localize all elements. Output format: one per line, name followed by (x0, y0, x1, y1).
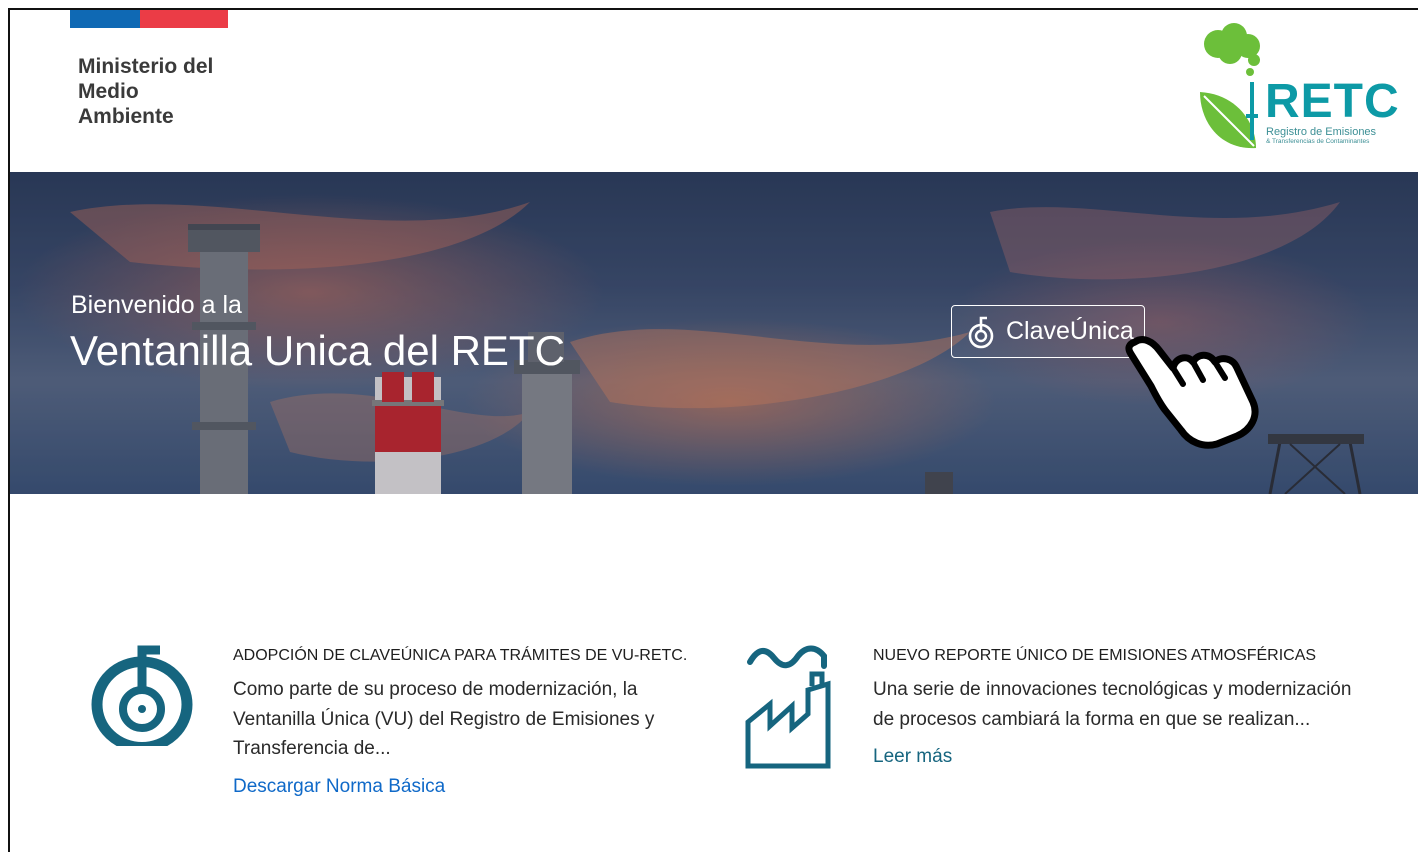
card-body: Una serie de innovaciones tecnológicas y… (873, 679, 1352, 730)
page: Ministerio del Medio Ambiente RETC Regis… (8, 8, 1418, 852)
card-title: ADOPCIÓN DE CLAVEÚNICA PARA TRÁMITES DE … (233, 647, 688, 664)
gob-bar-red (140, 10, 228, 28)
ministry-line-3: Ambiente (78, 105, 174, 128)
card-title: NUEVO REPORTE ÚNICO DE EMISIONES ATMOSFÉ… (873, 647, 1317, 664)
ministry-logo-text[interactable]: Ministerio del Medio Ambiente (78, 54, 278, 129)
claveunica-login-button[interactable]: ClaveÚnica (951, 305, 1145, 358)
government-color-bar (70, 10, 228, 28)
claveunica-icon (91, 645, 193, 746)
retc-logo-subtitle-2: & Transferencias de Contaminantes (1266, 138, 1370, 145)
download-norma-basica-link[interactable]: Descargar Norma Básica (233, 776, 445, 798)
claveunica-button-label: ClaveÚnica (1006, 317, 1134, 345)
factory-icon (745, 645, 831, 769)
ministry-line-2: Medio (78, 80, 139, 103)
retc-logo-subtitle-1: Registro de Emisiones (1266, 126, 1377, 138)
retc-logo-word: RETC (1265, 75, 1400, 128)
read-more-link[interactable]: Leer más (873, 746, 952, 768)
gob-bar-blue (70, 10, 140, 28)
ministry-line-1: Ministerio del (78, 55, 214, 78)
pointing-hand-cursor-icon (1125, 336, 1259, 449)
card-body: Como parte de su proceso de modernizació… (233, 679, 655, 759)
retc-logo[interactable]: RETC Registro de Emisiones & Transferenc… (1190, 22, 1399, 152)
hero-title: Ventanilla Unica del RETC (70, 327, 565, 374)
hero-welcome-text: Bienvenido a la (71, 291, 242, 319)
claveunica-icon (968, 316, 994, 348)
